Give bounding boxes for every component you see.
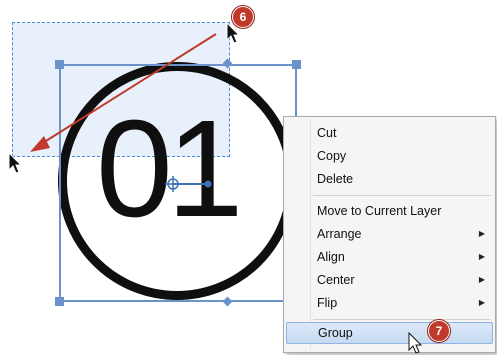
menu-item-label: Group (318, 326, 353, 340)
menu-item-move-to-current-layer[interactable]: Move to Current Layer (286, 200, 493, 222)
menu-item-label: Cut (317, 126, 337, 140)
submenu-arrow-icon: ▶ (478, 275, 485, 284)
mouse-pointer-icon (8, 152, 23, 174)
submenu-arrow-icon: ▶ (478, 252, 485, 261)
menu-item-delete[interactable]: Delete (286, 168, 493, 190)
menu-item-label: Copy (317, 149, 347, 163)
step-badge: 6 (232, 6, 254, 28)
submenu-arrow-icon: ▶ (478, 229, 485, 238)
drawing-canvas[interactable]: 01 6 Cut Copy Delete Move to Current Lay… (0, 0, 497, 355)
menu-item-align[interactable]: Align ▶ (286, 246, 493, 268)
rotation-center-icon[interactable] (165, 176, 215, 192)
submenu-arrow-icon: ▶ (478, 298, 485, 307)
menu-item-center[interactable]: Center ▶ (286, 269, 493, 291)
menu-item-flip[interactable]: Flip ▶ (286, 292, 493, 314)
menu-item-arrange[interactable]: Arrange ▶ (286, 223, 493, 245)
menu-item-cut[interactable]: Cut (286, 122, 493, 144)
menu-item-copy[interactable]: Copy (286, 145, 493, 167)
mouse-pointer-icon (408, 332, 423, 354)
context-menu: Cut Copy Delete Move to Current Layer Ar… (283, 116, 496, 353)
menu-item-label: Arrange (317, 227, 362, 241)
menu-separator (313, 319, 491, 320)
resize-handle-top-right[interactable] (292, 60, 301, 69)
step-badge: 7 (428, 320, 450, 342)
menu-item-label: Center (317, 273, 355, 287)
resize-handle-bottom-left[interactable] (55, 297, 64, 306)
menu-separator (313, 195, 491, 196)
menu-item-label: Delete (317, 172, 354, 186)
menu-item-label: Move to Current Layer (317, 204, 442, 218)
menu-item-group[interactable]: Group (286, 322, 493, 344)
drag-arrow-icon (30, 33, 217, 152)
menu-item-label: Flip (317, 296, 338, 310)
menu-item-label: Align (317, 250, 345, 264)
